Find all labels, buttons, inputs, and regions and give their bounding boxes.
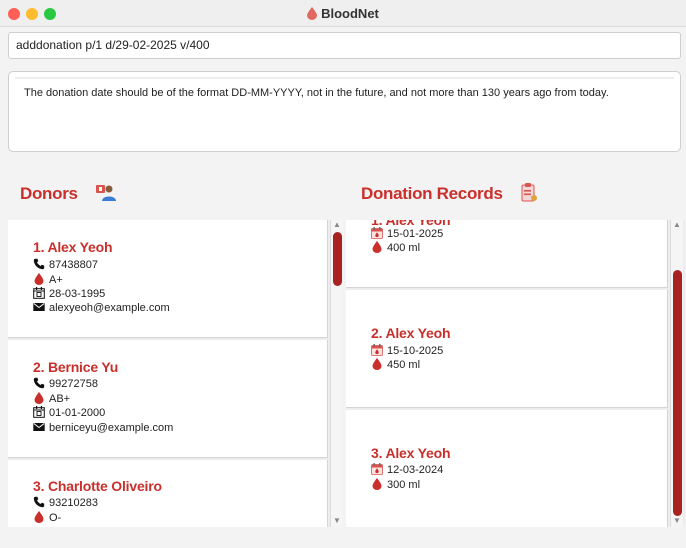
donor-dob-line: 01-01-2000 (33, 406, 105, 420)
scrollbar-thumb[interactable] (673, 270, 682, 516)
phone-icon (33, 496, 45, 508)
email-icon (33, 303, 45, 311)
result-message: The donation date should be of the forma… (15, 77, 674, 107)
phone-icon (33, 258, 45, 270)
donor-phone: 87438807 (49, 259, 98, 271)
donor-name: 3. Charlotte Oliveiro (33, 478, 162, 494)
donor-phone-line: 93210283 (33, 496, 98, 510)
blood-drop-icon (372, 478, 382, 490)
donation-record-card[interactable]: 1. Alex Yeoh 15-01-2025 400 ml (346, 220, 668, 288)
donor-blood-type: A+ (49, 274, 63, 286)
donor-blood-line: AB+ (33, 392, 70, 406)
donor-dob-line: 28-03-1995 (33, 287, 105, 301)
blood-drop-icon (372, 358, 382, 370)
donor-dob: 28-03-1995 (49, 288, 106, 300)
record-volume-line: 450 ml (371, 358, 420, 372)
record-name: 3. Alex Yeoh (371, 445, 451, 461)
donor-card[interactable]: 3. Charlotte Oliveiro 93210283 O- (8, 460, 328, 527)
birthday-calendar-icon (33, 406, 45, 418)
donor-list-scrollbar[interactable]: ▲ ▼ (330, 220, 343, 527)
record-date: 15-01-2025 (387, 228, 444, 240)
window-title-wrap: BloodNet (0, 6, 686, 21)
donor-phone: 99272758 (49, 378, 98, 390)
donor-blood-line: O- (33, 511, 61, 525)
record-date: 12-03-2024 (387, 464, 444, 476)
title-bar: BloodNet (0, 0, 686, 27)
phone-icon (33, 377, 45, 389)
donor-email-line: berniceyu@example.com (33, 421, 173, 435)
donor-list[interactable]: 1. Alex Yeoh 87438807 A+ 28-03-1995 alex… (8, 220, 343, 527)
calendar-drop-icon (371, 344, 383, 356)
record-date-line: 15-01-2025 (371, 227, 443, 241)
record-name: 2. Alex Yeoh (371, 325, 451, 341)
scroll-up-arrow-icon[interactable]: ▲ (333, 220, 341, 229)
scroll-down-arrow-icon[interactable]: ▼ (673, 516, 681, 525)
donor-blood-line: A+ (33, 273, 63, 287)
donor-email: alexyeoh@example.com (49, 302, 170, 314)
record-volume-line: 400 ml (371, 241, 420, 255)
blood-drop-icon (34, 392, 44, 404)
donor-card[interactable]: 2. Bernice Yu 99272758 AB+ 01-01-2000 be… (8, 340, 328, 458)
donor-dob: 01-01-2000 (49, 407, 106, 419)
donor-card[interactable]: 1. Alex Yeoh 87438807 A+ 28-03-1995 alex… (8, 220, 328, 338)
donors-heading: Donors (20, 184, 78, 203)
donor-email-line: alexyeoh@example.com (33, 301, 170, 315)
birthday-calendar-icon (33, 287, 45, 299)
donor-phone: 93210283 (49, 497, 98, 509)
donation-record-list[interactable]: 1. Alex Yeoh 15-01-2025 400 ml 2. Alex Y… (346, 220, 685, 527)
donor-phone-line: 99272758 (33, 377, 98, 391)
donation-record-card[interactable]: 3. Alex Yeoh 12-03-2024 300 ml (346, 410, 668, 527)
scrollbar-thumb[interactable] (333, 232, 342, 286)
donor-name: 2. Bernice Yu (33, 359, 119, 375)
donation-records-heading: Donation Records (361, 184, 503, 203)
calendar-drop-icon (371, 227, 383, 239)
blood-drop-icon (34, 511, 44, 523)
record-list-scrollbar[interactable]: ▲ ▼ (670, 220, 683, 527)
record-volume: 400 ml (387, 242, 421, 254)
donation-record-card[interactable]: 2. Alex Yeoh 15-10-2025 450 ml (346, 290, 668, 408)
blood-drop-icon (307, 7, 318, 20)
record-date: 15-10-2025 (387, 345, 444, 357)
record-date-line: 12-03-2024 (371, 463, 443, 477)
records-icon (521, 183, 537, 202)
window-bottom-bar (0, 528, 686, 548)
calendar-drop-icon (371, 463, 383, 475)
window-title: BloodNet (321, 6, 379, 21)
donor-phone-line: 87438807 (33, 258, 98, 272)
donor-blood-type: O- (49, 512, 62, 524)
donor-icon (96, 185, 116, 201)
blood-drop-icon (34, 273, 44, 285)
record-volume: 450 ml (387, 359, 421, 371)
scroll-up-arrow-icon[interactable]: ▲ (673, 220, 681, 229)
command-input[interactable]: adddonation p/1 d/29-02-2025 v/400 (8, 32, 681, 59)
blood-drop-icon (372, 241, 382, 253)
record-date-line: 15-10-2025 (371, 344, 443, 358)
donor-blood-type: AB+ (49, 393, 71, 405)
result-display: The donation date should be of the forma… (8, 71, 681, 152)
donor-name: 1. Alex Yeoh (33, 239, 113, 255)
record-volume-line: 300 ml (371, 478, 420, 492)
scroll-down-arrow-icon[interactable]: ▼ (333, 516, 341, 525)
email-icon (33, 423, 45, 431)
record-volume: 300 ml (387, 479, 421, 491)
donor-email: berniceyu@example.com (49, 422, 174, 434)
